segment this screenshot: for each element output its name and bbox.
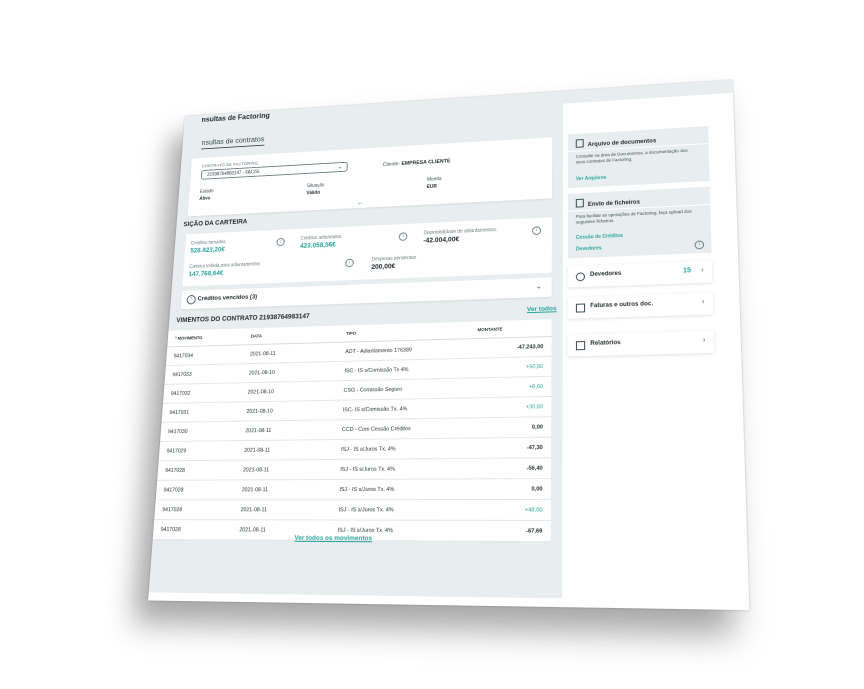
report-icon — [575, 341, 586, 351]
upload-panel: Envio de ficheiros Para facilitar as ope… — [567, 186, 712, 259]
nav-devedores[interactable]: Devedores 15 › — [567, 260, 713, 288]
cell-data: 2021-08-11 — [248, 342, 345, 364]
documents-panel: Arquivo de documentos Consulte na área d… — [567, 126, 710, 189]
cell-data: 2021-08-10 — [245, 400, 343, 422]
chevron-right-icon: › — [701, 298, 705, 306]
cell-tipo: CSG - Comissão Seguro — [342, 377, 476, 401]
contract-select-value: 21938764983147 - FAC/SI — [206, 169, 260, 178]
moeda-value: EUR — [426, 183, 437, 190]
kpi-creditos-adiantados: Créditos adiantados 423.058,56€ — [299, 234, 342, 250]
situacao-value: Válido — [306, 190, 321, 197]
devedores-count: 15 — [682, 267, 692, 275]
chevron-down-icon: ⌄ — [535, 283, 542, 291]
cell-montante: -47.243,00 — [476, 336, 552, 359]
client-label: Cliente: — [382, 161, 401, 168]
cell-movimento: 9417030 — [160, 421, 246, 442]
situacao-field: Situação Válido — [306, 183, 324, 196]
info-icon[interactable]: i — [345, 258, 354, 268]
table-row: 9417028 2021-08-11 ISJ - IS s/Juros Tx. 4%… — [157, 457, 552, 481]
cell-movimento: 9417034 — [165, 344, 250, 366]
cell-data: 2021-08-11 — [241, 459, 340, 480]
chevron-right-icon: › — [701, 266, 704, 274]
info-icon[interactable]: i — [532, 226, 542, 236]
info-icon[interactable]: i — [276, 237, 285, 247]
cell-data: 2021-08-11 — [243, 419, 342, 441]
creditos-vencidos-label: Créditos vencidos (3) — [197, 293, 258, 303]
ver-todos-link[interactable]: Ver todos — [527, 305, 557, 313]
cell-montante: +50,60 — [475, 356, 552, 378]
chevron-down-icon: ⌄ — [337, 164, 343, 171]
kpi-disponibilidade: Disponibilidade de adiantamentos: -42.00… — [423, 227, 498, 245]
nav-faturas[interactable]: Faturas e outros doc. › — [567, 292, 714, 319]
alert-icon: ! — [186, 295, 197, 305]
expand-chevron-icon[interactable]: ⌄ — [357, 199, 363, 207]
situacao-label: Situação — [306, 182, 325, 189]
portfolio-card: Créditos tomados 528.823,20€ i Créditos … — [182, 217, 552, 287]
cell-montante: 0,00 — [474, 416, 552, 439]
movements-title: VIMENTOS DO CONTRATO 21938764983147 — [176, 313, 310, 325]
sidebar: Arquivo de documentos Consulte na área d… — [567, 120, 727, 601]
estado-field: Estado Ativo — [199, 189, 214, 202]
cell-montante: -56,40 — [473, 457, 552, 479]
cell-montante: 0,00 — [473, 478, 551, 500]
info-icon[interactable]: i — [694, 240, 705, 250]
col-header-montante: MONTANTE — [476, 319, 552, 339]
ver-arquivos-link[interactable]: Ver Arquivos — [576, 175, 607, 182]
estado-value: Ativo — [199, 195, 211, 202]
cell-tipo: ISC- IS s/Comissão Tx. 4% — [341, 397, 476, 420]
nav-relatorios[interactable]: Relatórios › — [567, 330, 715, 357]
factoring-page: nsultas de Factoring nsultas de contrato… — [148, 79, 750, 611]
cell-tipo: ISJ - IS s/Juros Tx. 4% — [337, 499, 474, 521]
client-value: EMPRESA CLIENTE — [401, 158, 451, 167]
cell-montante: +30,60 — [474, 396, 552, 418]
cell-tipo: ISJ - IS s/Juros Tx. 4% — [339, 438, 475, 460]
invoice-icon — [575, 303, 586, 313]
client-info: Cliente: EMPRESA CLIENTE — [383, 159, 451, 168]
cell-montante: +6,60 — [475, 376, 552, 398]
cell-tipo: ISJ - IS s/Juros Tx. 4% — [338, 458, 475, 480]
cell-movimento: 9417028 — [157, 460, 243, 481]
screenshot-stage: nsultas de Factoring nsultas de contrato… — [0, 0, 864, 689]
main-content: CONTRATO DE FACTORING 21938764983147 - F… — [148, 129, 564, 599]
cell-data: 2021-08-11 — [240, 479, 339, 500]
cell-montante: +48,00 — [473, 499, 551, 521]
cell-tipo: ISC - IS s/Comissão Tx 4% — [343, 358, 477, 381]
cell-tipo: CCD - Com Cessão Créditos — [340, 417, 475, 440]
cell-movimento: 9417033 — [164, 363, 249, 385]
cell-movimento: 9417029 — [158, 440, 244, 461]
cell-movimento: 9417028 — [155, 479, 242, 500]
cessao-creditos-link[interactable]: Cessão de Créditos — [576, 233, 623, 241]
kpi-carteira-imbida: Carteira imbida para adiantamentos 147.7… — [188, 261, 261, 279]
cell-data: 2021-08-10 — [246, 380, 344, 402]
estado-label: Estado — [199, 188, 214, 195]
cell-movimento: 9417032 — [163, 382, 248, 404]
users-icon — [575, 272, 585, 282]
cell-data: 2021-08-11 — [239, 499, 339, 521]
cell-tipo: ISJ - IS s/Juros Tx. 4% — [338, 478, 474, 500]
table-row: 9417028 2021-08-11 ISJ - IS s/Juros Tx. 4%… — [155, 478, 551, 500]
ver-todos-movimentos-link[interactable]: Ver todos os movimentos — [294, 535, 372, 543]
contract-card: CONTRATO DE FACTORING 21938764983147 - F… — [187, 137, 553, 217]
portfolio-title: SIÇÃO DA CARTEIRA — [183, 218, 248, 229]
movements-table: º MOVIMENTO DATA TIPO MONTANTE 9417034 20… — [152, 319, 552, 543]
kpi-despesas-pendentes: Despesas pendentes 200,00€ — [371, 255, 417, 271]
table-row: 9417028 2021-08-11 ISJ - IS s/Juros Tx. 4%… — [154, 499, 551, 521]
cell-data: 2021-08-10 — [247, 361, 344, 383]
cell-movimento: 9417031 — [161, 401, 247, 423]
document-icon — [575, 139, 584, 148]
moeda-field: Moeda EUR — [427, 176, 442, 190]
cell-data: 2021-08-11 — [242, 439, 341, 461]
upload-desc: Para facilitar as operações de Factoring… — [575, 208, 692, 225]
cell-movimento: 9417028 — [152, 519, 240, 540]
info-icon[interactable]: i — [398, 232, 408, 241]
cell-montante: -67,69 — [472, 520, 551, 542]
upload-title: Envio de ficheiros — [575, 196, 640, 209]
chevron-right-icon: › — [702, 336, 706, 345]
kpi-creditos-tomados: Créditos tomados 528.823,20€ — [190, 239, 226, 255]
cell-movimento: 9417028 — [154, 499, 241, 520]
devedores-upload-link[interactable]: Devedores — [576, 246, 602, 253]
upload-icon — [575, 198, 584, 208]
cell-montante: -47,30 — [474, 437, 552, 459]
moeda-label: Moeda — [426, 176, 442, 183]
